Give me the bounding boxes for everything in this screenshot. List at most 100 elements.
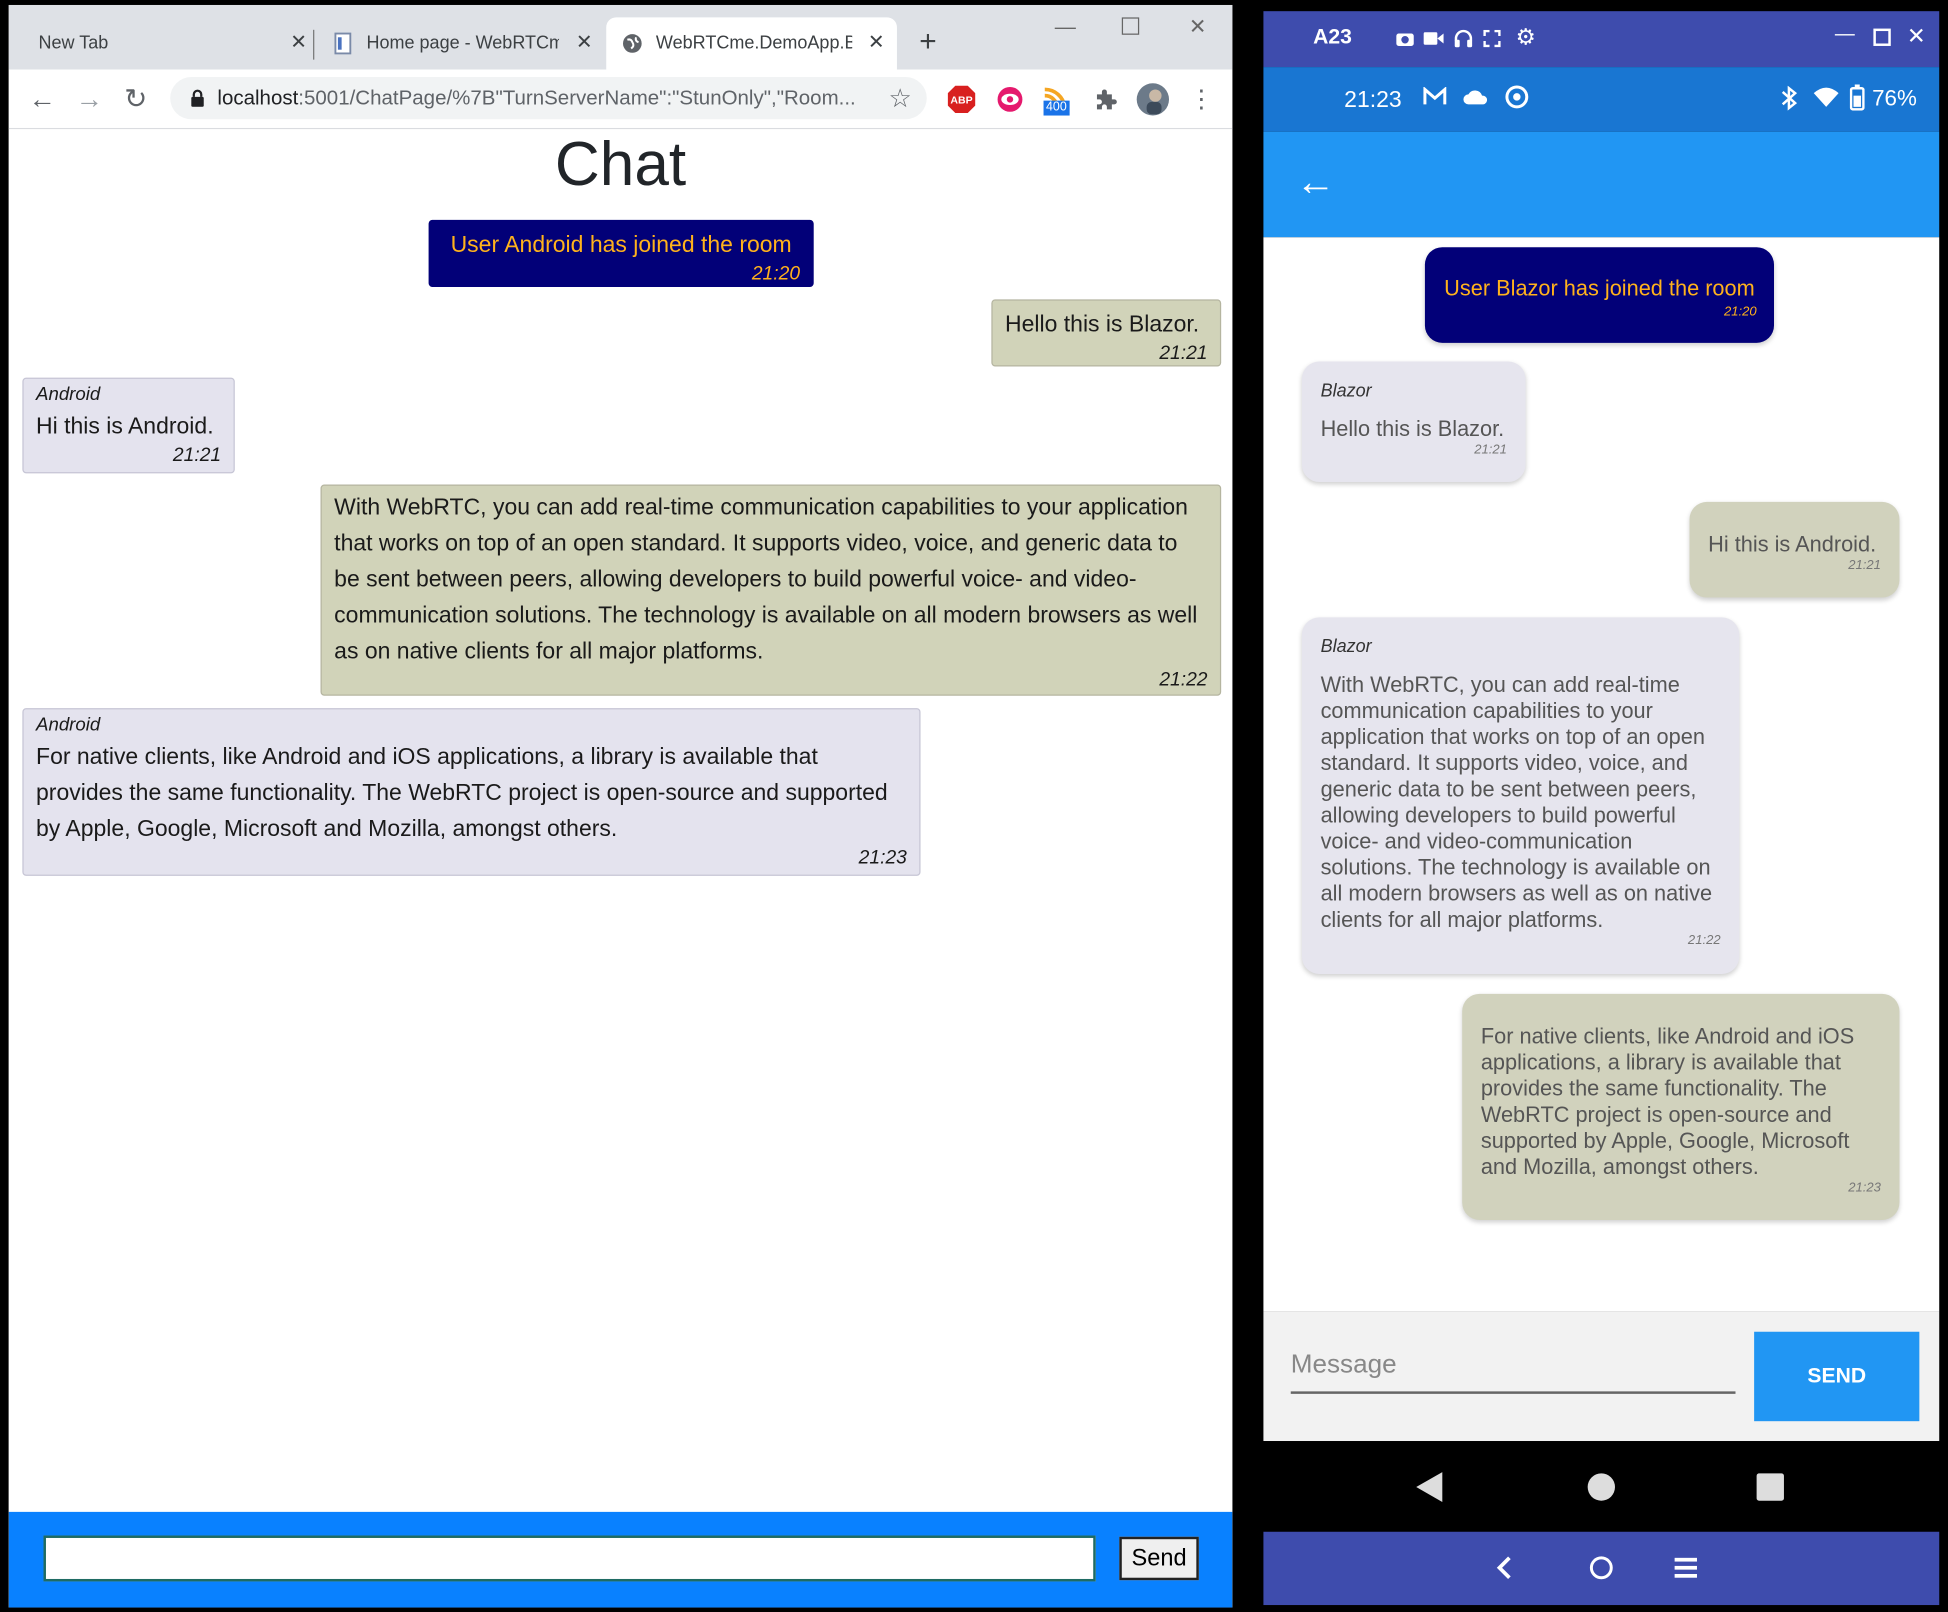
sent-message: For native clients, like Android and iOS… (1462, 993, 1900, 1220)
browser-window: New Tab ✕ Home page - WebRTCme ✕ WebRTCm… (8, 4, 1233, 1608)
bluetooth-icon (1781, 85, 1798, 111)
sent-message: Hi this is Android. 21:21 (1689, 501, 1900, 598)
message-time: 21:20 (1723, 304, 1757, 320)
maximize-icon[interactable] (1873, 28, 1891, 46)
headphones-icon[interactable] (1453, 29, 1473, 49)
eye-extension-icon[interactable] (995, 84, 1025, 114)
message-text: For native clients, like Android and iOS… (36, 742, 888, 842)
back-arrow-icon[interactable]: ← (29, 84, 56, 114)
rss-extension-icon[interactable]: 400 (1041, 84, 1071, 116)
minimize-icon[interactable]: — (1055, 15, 1076, 40)
maximize-icon[interactable] (1121, 17, 1140, 35)
message-sender: Blazor (1320, 637, 1372, 658)
extension-badge: 400 (1043, 100, 1070, 116)
android-emulator: A23 ⚙ — ✕ 21:23 76% ← User Blazor has jo… (1263, 11, 1940, 1606)
message-time: 21:21 (1848, 557, 1881, 573)
video-icon[interactable] (1422, 30, 1444, 47)
sync-icon (1505, 85, 1529, 109)
circle-home-icon[interactable] (1589, 1555, 1614, 1580)
message-input[interactable] (1290, 1339, 1736, 1394)
message-text: With WebRTC, you can add real-time commu… (334, 493, 1198, 664)
message-time: 21:21 (172, 444, 222, 466)
send-button[interactable]: SEND (1754, 1331, 1920, 1422)
url-text: localhost:5001/ChatPage/%7B"TurnServerNa… (217, 86, 875, 110)
message-text: User Android has joined the room (450, 231, 792, 258)
message-composer: Send (8, 1511, 1233, 1608)
camera-icon[interactable] (1395, 30, 1415, 47)
chevron-left-icon[interactable] (1496, 1555, 1513, 1580)
app-bar: ← (1263, 131, 1940, 238)
lock-icon (191, 89, 204, 107)
message-time: 21:23 (858, 847, 907, 869)
tab-home-page[interactable]: Home page - WebRTCme ✕ (317, 17, 605, 69)
received-message: Blazor With WebRTC, you can add real-tim… (1301, 617, 1740, 974)
adblock-icon[interactable]: ABP (947, 84, 977, 114)
battery-level: 76% (1872, 85, 1917, 111)
url-host: localhost (217, 86, 299, 109)
tab-label: Home page - WebRTCme (366, 33, 560, 54)
browser-toolbar: ← → ↻ localhost:5001/ChatPage/%7B"TurnSe… (8, 69, 1233, 130)
wifi-icon (1813, 87, 1839, 107)
close-icon[interactable]: ✕ (576, 31, 593, 56)
android-status-bar: 21:23 76% (1263, 67, 1940, 132)
system-message: User Android has joined the room 21:20 (428, 219, 814, 287)
tab-separator (313, 29, 315, 60)
window-close-icon[interactable]: ✕ (1907, 24, 1926, 50)
document-icon (334, 32, 352, 55)
tab-label: New Tab (38, 33, 109, 54)
send-button[interactable]: Send (1119, 1536, 1199, 1581)
chat-page: Chat User Android has joined the room 21… (8, 129, 1233, 1512)
close-icon[interactable]: ✕ (290, 31, 307, 56)
close-icon[interactable]: ✕ (868, 31, 885, 56)
message-time: 21:23 (1848, 1180, 1881, 1196)
nav-home-icon[interactable] (1586, 1472, 1616, 1502)
tab-label: WebRTCme.DemoApp.Blazor (655, 33, 852, 54)
gmail-icon (1423, 86, 1447, 105)
page-title: Chat (554, 129, 687, 199)
system-message: User Blazor has joined the room 21:20 (1424, 247, 1775, 343)
message-time: 21:20 (751, 263, 801, 285)
message-sender: Android (36, 383, 101, 405)
address-bar[interactable]: localhost:5001/ChatPage/%7B"TurnServerNa… (170, 77, 927, 120)
screen: New Tab ✕ Home page - WebRTCme ✕ WebRTCm… (0, 0, 1948, 1612)
back-arrow-icon[interactable]: ← (1296, 159, 1336, 204)
message-time: 21:21 (1474, 442, 1507, 458)
adblock-label: ABP (950, 95, 972, 107)
battery-icon (1849, 84, 1865, 111)
received-message: Android For native clients, like Android… (22, 708, 921, 876)
message-text: Hi this is Android. (36, 412, 214, 439)
message-time: 21:22 (1687, 932, 1721, 948)
minimize-icon[interactable]: — (1835, 24, 1855, 46)
status-clock: 21:23 (1344, 85, 1402, 112)
cloud-icon (1463, 90, 1488, 105)
message-time: 21:22 (1159, 669, 1208, 691)
tab-new-tab[interactable]: New Tab ✕ (21, 17, 319, 69)
window-close-icon[interactable]: ✕ (1189, 15, 1207, 40)
message-text: Hi this is Android. (1708, 531, 1877, 557)
received-message: Android Hi this is Android. 21:21 (22, 377, 235, 474)
nav-back-icon[interactable] (1415, 1471, 1445, 1503)
mobile-composer: SEND (1263, 1311, 1940, 1442)
reload-icon[interactable]: ↻ (124, 84, 147, 114)
message-text: With WebRTC, you can add real-time commu… (1320, 672, 1713, 932)
forward-arrow-icon[interactable]: → (76, 84, 103, 114)
new-tab-plus-icon[interactable]: + (919, 27, 936, 57)
message-text: Hello this is Blazor. (1005, 310, 1200, 337)
settings-gear-icon[interactable]: ⚙ (1516, 25, 1536, 51)
message-text: For native clients, like Android and iOS… (1480, 1023, 1855, 1179)
message-time: 21:21 (1159, 342, 1208, 364)
message-sender: Android (36, 714, 101, 736)
puzzle-extensions-icon[interactable] (1092, 84, 1122, 114)
menu-dots-icon[interactable]: ⋮ (1189, 84, 1214, 114)
android-nav-bar (1263, 1441, 1940, 1532)
nav-recents-icon[interactable] (1755, 1472, 1785, 1502)
message-text: User Blazor has joined the room (1444, 275, 1755, 301)
message-input[interactable] (43, 1535, 1096, 1582)
hamburger-menu-icon[interactable] (1673, 1557, 1698, 1579)
sent-message: With WebRTC, you can add real-time commu… (320, 484, 1222, 696)
fullscreen-icon[interactable] (1483, 29, 1501, 48)
avatar[interactable] (1135, 82, 1170, 117)
tab-demo-app[interactable]: WebRTCme.DemoApp.Blazor ✕ (606, 17, 897, 70)
bookmark-star-icon[interactable]: ☆ (888, 83, 911, 114)
received-message: Blazor Hello this is Blazor. 21:21 (1301, 361, 1526, 483)
